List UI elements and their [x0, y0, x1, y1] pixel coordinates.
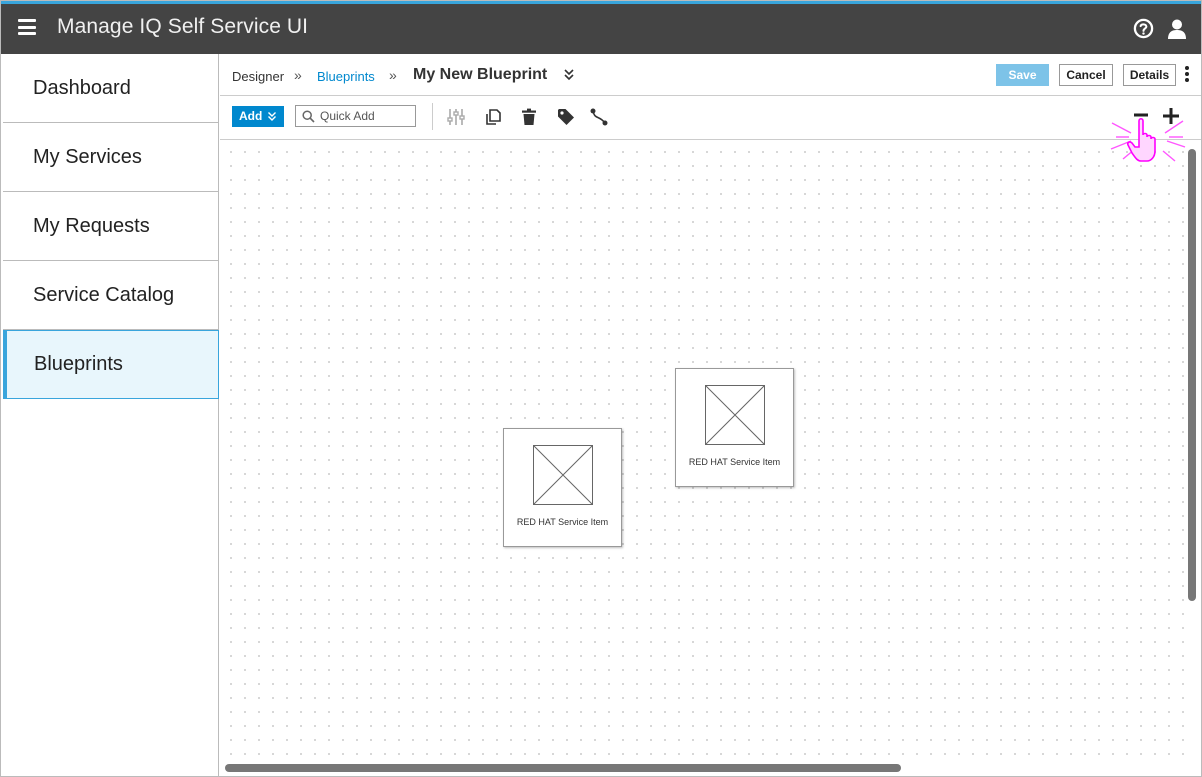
kebab-menu-icon[interactable]: [1184, 66, 1190, 84]
quick-add-input[interactable]: [320, 107, 414, 125]
node-label: RED HAT Service Item: [688, 457, 781, 467]
trash-icon[interactable]: [519, 107, 539, 127]
hamburger-icon[interactable]: [18, 19, 36, 35]
sidebar-item-service-catalog[interactable]: Service Catalog: [3, 261, 219, 330]
chevron-down-icon: [268, 112, 276, 121]
breadcrumb-separator: »: [389, 67, 397, 83]
canvas-node[interactable]: RED HAT Service Item: [503, 428, 622, 547]
quick-add-search[interactable]: [295, 105, 416, 127]
toolbar-divider: [432, 103, 433, 130]
add-dropdown-button[interactable]: Add: [232, 106, 284, 127]
add-button-label: Add: [239, 109, 263, 123]
zoom-out-icon[interactable]: [1133, 107, 1149, 123]
breadcrumb-blueprints-link[interactable]: Blueprints: [317, 69, 375, 84]
zoom-in-icon[interactable]: [1162, 107, 1180, 125]
blueprint-canvas[interactable]: RED HAT Service Item RED HAT Service Ite…: [220, 141, 1190, 763]
connect-icon[interactable]: [589, 107, 609, 127]
search-icon: [302, 110, 315, 123]
page-title: My New Blueprint: [413, 66, 548, 83]
image-placeholder-icon: [705, 385, 765, 445]
user-icon[interactable]: [1166, 18, 1188, 40]
copy-icon[interactable]: [483, 107, 503, 127]
breadcrumb-designer: Designer: [232, 69, 285, 84]
canvas-node[interactable]: RED HAT Service Item: [675, 368, 794, 487]
save-button[interactable]: Save: [996, 64, 1049, 86]
sidebar-item-my-requests[interactable]: My Requests: [3, 192, 219, 261]
top-navbar: Manage IQ Self Service UI: [1, 1, 1201, 54]
tag-icon[interactable]: [556, 107, 576, 127]
app-window: Manage IQ Self Service UI Dashboard My S…: [0, 0, 1202, 777]
node-label: RED HAT Service Item: [516, 517, 609, 527]
details-button[interactable]: Details: [1123, 64, 1176, 86]
sidebar-item-my-services[interactable]: My Services: [3, 123, 219, 192]
chevron-down-icon[interactable]: [563, 67, 575, 81]
breadcrumb-separator: »: [294, 67, 302, 83]
sidebar-item-blueprints[interactable]: Blueprints: [3, 330, 219, 399]
help-icon[interactable]: [1133, 18, 1154, 39]
cancel-button[interactable]: Cancel: [1059, 64, 1113, 86]
breadcrumb-bar: Designer » Blueprints » My New Blueprint…: [220, 54, 1201, 96]
sidebar-nav: Dashboard My Services My Requests Servic…: [3, 54, 219, 776]
designer-toolbar: Add: [220, 97, 1201, 140]
horizontal-scrollbar[interactable]: [225, 764, 901, 772]
app-title: Manage IQ Self Service UI: [57, 15, 309, 38]
image-placeholder-icon: [533, 445, 593, 505]
vertical-scrollbar[interactable]: [1188, 149, 1196, 601]
sidebar-item-dashboard[interactable]: Dashboard: [3, 54, 219, 123]
sliders-icon[interactable]: [446, 107, 466, 127]
